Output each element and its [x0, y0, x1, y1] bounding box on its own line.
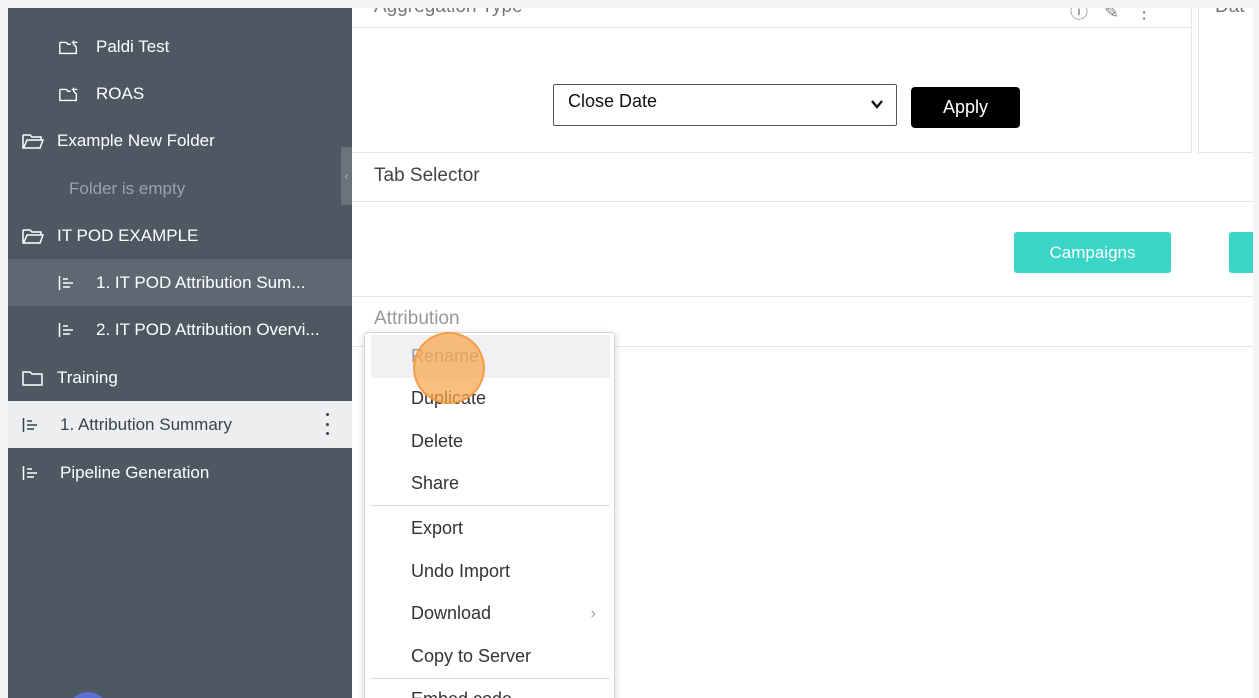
sidebar-item-label: 1. IT POD Attribution Sum...: [96, 272, 306, 292]
menu-item-export[interactable]: Export: [371, 507, 610, 550]
tab-selector-title: Tab Selector: [374, 165, 480, 186]
menu-item-delete[interactable]: Delete: [371, 420, 610, 463]
report-icon: [22, 464, 38, 482]
chevron-down-icon: [870, 95, 884, 116]
apply-button[interactable]: Apply: [911, 87, 1020, 128]
panel-title: Dat: [1215, 8, 1245, 18]
click-indicator: [413, 332, 485, 404]
select-value: Close Date: [568, 91, 658, 111]
sidebar-item-pipeline-generation[interactable]: Pipeline Generation: [8, 449, 352, 496]
menu-item-label: Download: [411, 603, 492, 623]
folder-open-icon: [22, 132, 44, 150]
sidebar-item-label: ROAS: [96, 83, 145, 103]
menu-item-duplicate[interactable]: Duplicate: [371, 377, 610, 420]
sidebar-item-label: Example New Folder: [57, 130, 215, 150]
sidebar-item-roas[interactable]: ROAS: [8, 70, 352, 117]
sidebar-item-paldi-test[interactable]: Paldi Test: [8, 23, 352, 70]
menu-item-rename[interactable]: Rename: [371, 335, 610, 378]
app-frame: Paldi Test ROAS Example New Folder Folde…: [8, 8, 1253, 698]
sidebar-item-label: IT POD EXAMPLE: [57, 225, 199, 245]
dashboard-folder-icon: [58, 38, 82, 56]
report-icon: [58, 274, 74, 292]
avatar[interactable]: [68, 692, 108, 698]
sidebar-item-attribution-summary[interactable]: 1. Attribution Summary: [8, 401, 352, 448]
folder-open-icon: [22, 227, 44, 245]
aggregation-select[interactable]: Close Date: [553, 84, 897, 126]
divider: [352, 296, 1253, 297]
empty-folder-text: Folder is empty: [69, 178, 186, 198]
menu-item-embed-code[interactable]: Embed code: [371, 678, 610, 698]
report-icon: [22, 416, 38, 434]
menu-item-copy-to-server[interactable]: Copy to Server: [371, 635, 610, 678]
panel-title: Aggregation Type: [374, 8, 523, 18]
chevron-right-icon: ›: [590, 604, 596, 622]
report-icon: [58, 321, 74, 339]
folder-icon: [22, 369, 44, 387]
dashboard-folder-icon: [58, 85, 82, 103]
date-panel: Dat: [1198, 8, 1253, 153]
sidebar-item-label: 2. IT POD Attribution Overvi...: [96, 319, 320, 339]
context-menu: Rename Duplicate Delete Share Export Und…: [364, 332, 615, 698]
tab-selector-header: Tab Selector: [352, 153, 1253, 202]
sidebar-item-example-new-folder[interactable]: Example New Folder: [8, 117, 352, 164]
campaigns-tab-button[interactable]: Campaigns: [1014, 232, 1171, 273]
sidebar-item-training[interactable]: Training: [8, 354, 352, 401]
sidebar-item-it-pod-example[interactable]: IT POD EXAMPLE: [8, 212, 352, 259]
menu-item-undo-import[interactable]: Undo Import: [371, 550, 610, 593]
sidebar-item-label: 1. Attribution Summary: [60, 414, 232, 434]
menu-item-download[interactable]: Download ›: [371, 592, 610, 635]
sidebar-item-it-pod-attribution-summary[interactable]: 1. IT POD Attribution Sum...: [8, 259, 352, 306]
divider: [352, 27, 1192, 28]
sidebar-item-label: Training: [57, 367, 118, 387]
menu-divider: [371, 505, 610, 506]
more-options-icon[interactable]: [324, 413, 330, 435]
collapse-sidebar-toggle[interactable]: ‹: [341, 147, 352, 205]
sidebar-item-label: Paldi Test: [96, 36, 170, 56]
panel-actions[interactable]: ⓘ✎⋮: [1070, 8, 1169, 24]
menu-item-share[interactable]: Share: [371, 462, 610, 505]
sidebar: Paldi Test ROAS Example New Folder Folde…: [8, 8, 352, 698]
next-tab-button[interactable]: [1229, 232, 1253, 273]
sidebar-item-it-pod-attribution-overview[interactable]: 2. IT POD Attribution Overvi...: [8, 306, 352, 353]
aggregation-type-panel: Aggregation Type ⓘ✎⋮ Close Date Apply: [352, 8, 1192, 153]
sidebar-item-label: Pipeline Generation: [60, 462, 210, 482]
attribution-title: Attribution: [374, 308, 460, 329]
folder-empty-note: Folder is empty: [8, 165, 352, 212]
